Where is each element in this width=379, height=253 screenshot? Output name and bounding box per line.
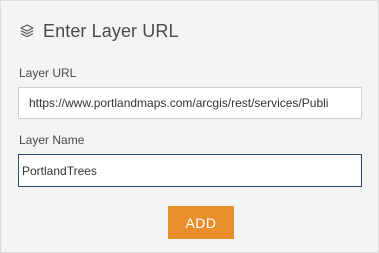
layer-name-input[interactable] [18,154,362,187]
add-layer-panel: Enter Layer URL Layer URL Layer Name ADD [0,0,379,253]
panel-header: Enter Layer URL [19,19,179,43]
layer-url-input[interactable] [18,87,362,119]
layer-name-label: Layer Name [19,133,85,147]
panel-title: Enter Layer URL [43,20,179,41]
add-button[interactable]: ADD [168,206,234,239]
layers-icon [19,23,35,39]
layer-url-label: Layer URL [19,66,77,80]
